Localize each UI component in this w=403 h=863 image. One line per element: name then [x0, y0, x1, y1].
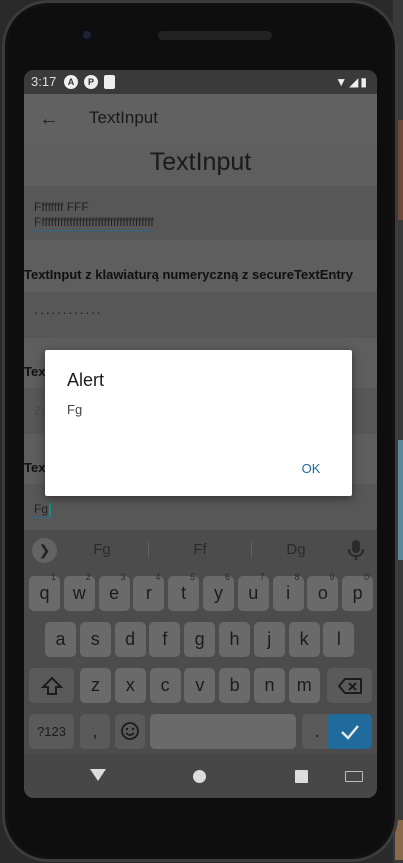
shift-icon — [40, 676, 63, 695]
key-n[interactable]: n — [254, 668, 285, 703]
focused-input-value-wrap: Fg — [34, 502, 52, 518]
app-bar-title: TextInput — [89, 108, 158, 127]
focused-input-value: Fg — [34, 502, 49, 516]
key-r[interactable]: r4 — [133, 572, 165, 611]
status-bar: 3:17 A P ▼◢▮ — [24, 70, 377, 94]
nav-back-icon[interactable] — [90, 769, 106, 781]
key-i[interactable]: i8 — [272, 572, 304, 611]
keyboard-switch-icon[interactable] — [345, 771, 363, 782]
key-k[interactable]: k — [288, 622, 320, 657]
dialog-title: Alert — [67, 370, 105, 390]
shift-key[interactable] — [29, 668, 74, 703]
p-icon: P — [84, 75, 98, 89]
space-key[interactable] — [150, 714, 296, 749]
secure-input-label: TextInput z klawiaturą numeryczną z secu… — [24, 267, 353, 282]
key-a[interactable]: a — [45, 622, 76, 657]
navigation-bar — [24, 754, 377, 798]
suggestion-3[interactable]: Dg — [266, 541, 326, 558]
soft-keyboard: ❯ Fg Ff Dg q1w2e3r4t5y6u7i8o9p0 asdfghjk… — [24, 530, 377, 754]
battery-icon: ▮ — [360, 75, 369, 89]
back-arrow-icon[interactable]: ← — [36, 106, 62, 132]
key-d[interactable]: d — [114, 622, 146, 657]
fourth-input-label: Tex — [24, 460, 46, 475]
status-time: 3:17 — [31, 74, 57, 89]
emoji-icon — [121, 722, 139, 740]
key-w[interactable]: w2 — [63, 572, 95, 611]
app-bar: ← TextInput — [24, 94, 377, 144]
suggestion-1[interactable]: Fg — [72, 541, 132, 558]
key-h[interactable]: h — [219, 622, 250, 657]
text-input-line-1: Ffffffff FFF — [34, 200, 89, 214]
a-icon: A — [64, 75, 78, 89]
key-b[interactable]: b — [219, 668, 251, 703]
secure-numeric-input[interactable]: ············ — [24, 292, 377, 338]
signal-icon: ◢ — [349, 75, 361, 89]
key-s[interactable]: s — [79, 622, 111, 657]
phone-frame: 3:17 A P ▼◢▮ ← TextInput TextInput Fffff… — [2, 0, 398, 862]
backspace-icon — [337, 678, 362, 694]
alert-dialog: Alert Fg OK — [45, 350, 352, 496]
key-m[interactable]: m — [288, 668, 320, 703]
nav-home-icon[interactable] — [193, 770, 206, 783]
key-c[interactable]: c — [149, 668, 181, 703]
key-y[interactable]: y6 — [203, 572, 234, 611]
key-e[interactable]: e3 — [98, 572, 130, 611]
key-f[interactable]: f — [149, 622, 181, 657]
status-right-icons: ▼◢▮ — [335, 75, 369, 89]
page-title: TextInput — [149, 148, 252, 176]
checkmark-icon — [340, 725, 359, 740]
dialog-ok-button[interactable]: OK — [288, 456, 334, 482]
suggestion-2[interactable]: Ff — [170, 541, 230, 558]
key-q[interactable]: q1 — [29, 572, 60, 611]
key-o[interactable]: o9 — [307, 572, 339, 611]
text-caret — [49, 502, 52, 517]
sd-card-icon — [104, 75, 115, 89]
key-p[interactable]: p0 — [342, 572, 374, 611]
key-v[interactable]: v — [184, 668, 216, 703]
earpiece-speaker — [158, 31, 272, 40]
secure-input-value: ············ — [34, 304, 102, 320]
comma-key[interactable]: , — [80, 714, 110, 749]
nav-recents-icon[interactable] — [295, 770, 308, 783]
key-j[interactable]: j — [253, 622, 285, 657]
wifi-icon: ▼ — [335, 75, 350, 89]
key-g[interactable]: g — [184, 622, 216, 657]
suggestion-bar: ❯ Fg Ff Dg — [24, 530, 377, 570]
dialog-message: Fg — [67, 402, 83, 417]
enter-key[interactable] — [327, 714, 372, 749]
multiline-text-input[interactable]: Ffffffff FFF Fffffffffffffffffffffffffff… — [24, 186, 377, 240]
key-t[interactable]: t5 — [168, 572, 200, 611]
backspace-key[interactable] — [327, 668, 372, 703]
text-input-line-2: Fffffffffffffffffffffffffffffffffffff — [34, 215, 154, 231]
symbols-key[interactable]: ?123 — [29, 714, 74, 749]
microphone-icon[interactable] — [347, 539, 365, 561]
key-z[interactable]: z — [80, 668, 111, 703]
key-x[interactable]: x — [114, 668, 146, 703]
front-camera — [80, 28, 94, 42]
emoji-key[interactable] — [115, 714, 145, 749]
key-u[interactable]: u7 — [237, 572, 269, 611]
expand-suggestions-icon[interactable]: ❯ — [32, 538, 57, 563]
key-l[interactable]: l — [323, 622, 355, 657]
